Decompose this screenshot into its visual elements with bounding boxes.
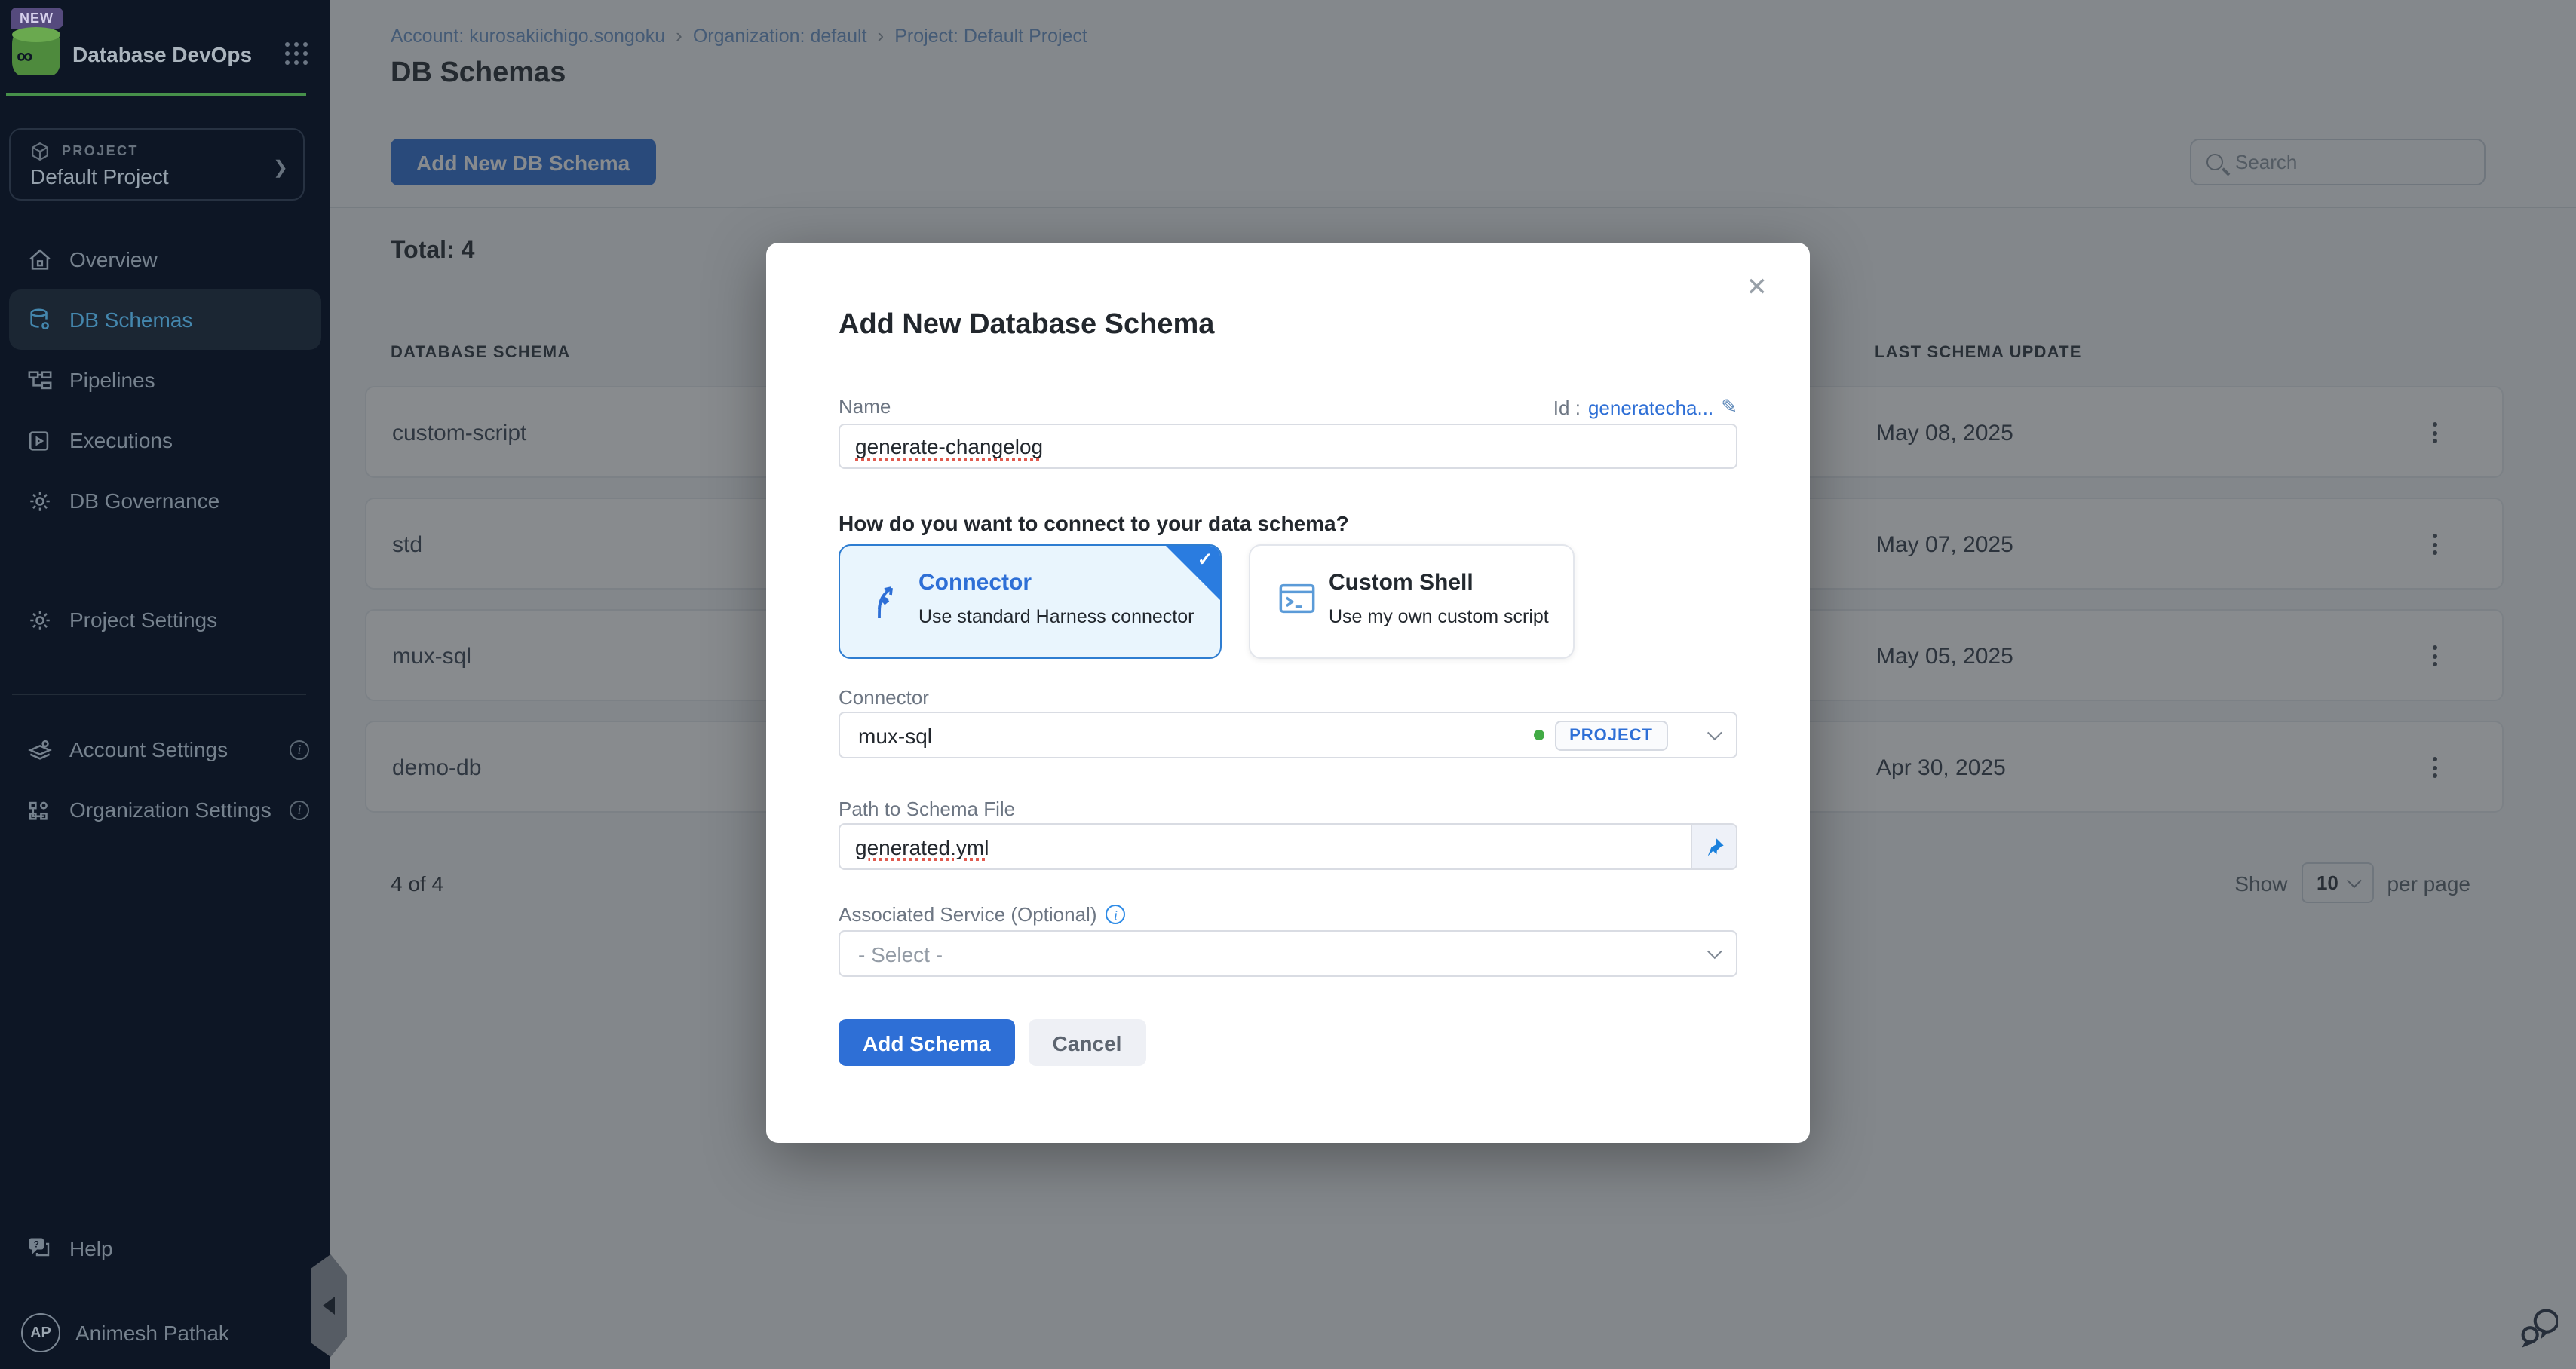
connector-branch-icon [867, 582, 903, 621]
chat-widget-icon[interactable] [2519, 1309, 2558, 1348]
user-menu[interactable]: AP Animesh Pathak [0, 1303, 330, 1363]
governance-gear-icon [26, 487, 53, 514]
sidebar-item-account-settings[interactable]: Account Settings i [0, 719, 330, 779]
sidebar-nav: Overview DB Schemas Pipelines Executions… [0, 229, 330, 650]
option-card-custom-shell[interactable]: Custom Shell Use my own custom script [1249, 544, 1575, 659]
name-input[interactable]: generate-changelog [839, 424, 1737, 469]
app-title: Database DevOps [72, 42, 252, 66]
connection-question: How do you want to connect to your data … [839, 511, 1349, 535]
help-chat-icon: ? [26, 1235, 53, 1262]
cancel-button[interactable]: Cancel [1029, 1019, 1146, 1066]
sidebar-collapse-handle[interactable] [311, 1254, 347, 1357]
svg-text:?: ? [34, 1239, 39, 1250]
chevron-down-icon [1707, 944, 1722, 959]
info-icon[interactable]: i [1106, 905, 1126, 924]
brand-accent-line [6, 93, 306, 96]
status-dot [1533, 730, 1544, 740]
connector-select[interactable]: mux-sql PROJECT [839, 712, 1737, 758]
sidebar: NEW ∞ Database DevOps PROJECT Default Pr… [0, 0, 330, 1369]
settings-gear-icon [26, 606, 53, 633]
sidebar-item-project-settings[interactable]: Project Settings [0, 590, 330, 650]
path-label: Path to Schema File [839, 798, 1015, 820]
close-icon[interactable]: ✕ [1746, 273, 1768, 303]
check-icon: ✓ [1198, 549, 1213, 570]
schema-id-row: Id : generatecha... ✎ [1553, 395, 1737, 419]
scope-badge: PROJECT [1554, 720, 1668, 750]
connector-label: Connector [839, 686, 929, 709]
sidebar-item-overview[interactable]: Overview [0, 229, 330, 289]
modal-title: Add New Database Schema [839, 309, 1214, 342]
collapse-left-icon [323, 1297, 335, 1315]
app-logo-icon: ∞ [12, 30, 60, 75]
add-schema-modal: ✕ Add New Database Schema Name Id : gene… [766, 243, 1810, 1143]
project-name: Default Project [30, 164, 169, 188]
avatar: AP [21, 1313, 60, 1352]
sidebar-item-pipelines[interactable]: Pipelines [0, 350, 330, 410]
edit-pencil-icon[interactable]: ✎ [1721, 395, 1737, 419]
option-card-connector[interactable]: ✓ Connector Use standard Harness connect… [839, 544, 1222, 659]
project-selector[interactable]: PROJECT Default Project ❯ [9, 128, 305, 201]
executions-icon [26, 427, 53, 454]
home-icon [26, 246, 53, 273]
help-button[interactable]: ? Help [0, 1218, 330, 1279]
pin-icon[interactable] [1691, 825, 1736, 868]
app-switcher-icon[interactable] [285, 42, 309, 66]
org-gear-icon [26, 796, 53, 823]
sidebar-item-db-schemas[interactable]: DB Schemas [9, 289, 321, 350]
new-badge: NEW [11, 8, 63, 29]
chevron-down-icon [1707, 725, 1722, 740]
user-name: Animesh Pathak [75, 1321, 229, 1345]
chevron-right-icon: ❯ [273, 157, 288, 178]
sidebar-nav-secondary: Account Settings i Organization Settings… [0, 719, 330, 840]
name-label: Name [839, 395, 891, 418]
info-icon[interactable]: i [290, 740, 309, 759]
sidebar-divider [12, 694, 306, 695]
info-icon[interactable]: i [290, 800, 309, 819]
cube-icon [30, 142, 50, 161]
sidebar-item-executions[interactable]: Executions [0, 410, 330, 470]
sidebar-item-organization-settings[interactable]: Organization Settings i [0, 779, 330, 840]
path-input[interactable]: generated.yml [839, 823, 1737, 870]
add-schema-button[interactable]: Add Schema [839, 1019, 1015, 1066]
layers-gear-icon [26, 736, 53, 763]
db-schema-icon [26, 306, 53, 333]
pipelines-icon [26, 366, 53, 394]
sidebar-item-db-governance[interactable]: DB Governance [0, 470, 330, 531]
project-label: PROJECT [62, 143, 139, 158]
schema-id-link[interactable]: generatecha... [1588, 396, 1713, 418]
service-select[interactable]: - Select - [839, 930, 1737, 977]
terminal-icon [1277, 579, 1317, 618]
modal-actions: Add Schema Cancel [839, 1019, 1145, 1066]
service-label-row: Associated Service (Optional) i [839, 903, 1126, 926]
